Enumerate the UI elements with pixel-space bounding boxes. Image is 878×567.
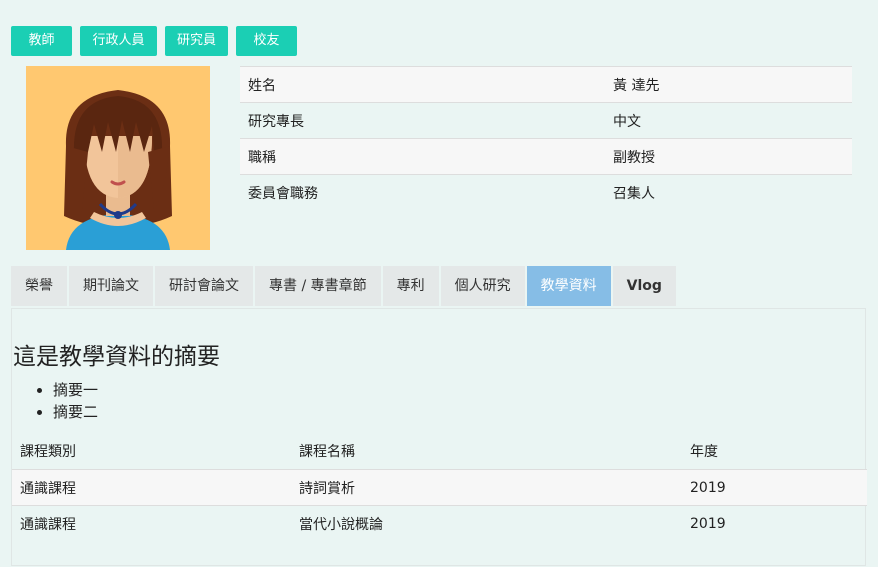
tab-honors[interactable]: 榮譽 bbox=[11, 266, 67, 306]
column-header-course-name: 課程名稱 bbox=[299, 444, 355, 460]
avatar-illustration bbox=[26, 66, 210, 250]
tab-personal-research[interactable]: 個人研究 bbox=[440, 266, 525, 306]
cell-year: 2019 bbox=[682, 469, 867, 506]
profile-key: 姓名 bbox=[240, 66, 605, 103]
tab-books[interactable]: 專書 / 專書章節 bbox=[255, 266, 381, 306]
summary-item: 摘要一 bbox=[53, 379, 98, 401]
cell-course-name: 詩詞賞析 bbox=[291, 469, 682, 506]
role-tabs: 教師 行政人員 研究員 校友 bbox=[11, 26, 297, 56]
role-tab-teacher[interactable]: 教師 bbox=[11, 26, 72, 56]
cell-category: 通識課程 bbox=[12, 505, 291, 541]
profile-row-committee: 委員會職務 召集人 bbox=[240, 174, 852, 210]
tab-conference-papers[interactable]: 研討會論文 bbox=[155, 266, 253, 306]
profile-row-name: 姓名 黃 達先 bbox=[240, 66, 852, 103]
avatar bbox=[26, 66, 210, 250]
table-row: 通識課程 當代小說概論 2019 bbox=[12, 505, 867, 541]
profile-key: 研究專長 bbox=[240, 102, 605, 139]
table-row: 通識課程 詩詞賞析 2019 bbox=[12, 469, 867, 506]
teaching-panel: 這是教學資料的摘要 摘要一 摘要二 課程類別 課程名稱 年度 通識課程 詩詞賞析… bbox=[11, 308, 867, 566]
cell-category: 通識課程 bbox=[12, 469, 291, 506]
summary-title: 這是教學資料的摘要 bbox=[13, 344, 220, 370]
profile-info-table: 姓名 黃 達先 研究專長 中文 職稱 副教授 委員會職務 召集人 bbox=[240, 66, 852, 210]
content-tabs: 榮譽 期刊論文 研討會論文 專書 / 專書章節 專利 個人研究 教學資料 Vlo… bbox=[11, 266, 676, 306]
profile-value: 召集人 bbox=[605, 174, 852, 210]
cell-year: 2019 bbox=[682, 505, 867, 541]
column-header-category: 課程類別 bbox=[20, 444, 76, 460]
role-tab-admin-staff[interactable]: 行政人員 bbox=[80, 26, 157, 56]
summary-item: 摘要二 bbox=[53, 401, 98, 423]
profile-row-title: 職稱 副教授 bbox=[240, 138, 852, 175]
role-tab-alumni[interactable]: 校友 bbox=[236, 26, 297, 56]
profile-value: 黃 達先 bbox=[605, 66, 852, 103]
profile-value: 副教授 bbox=[605, 138, 852, 175]
summary-list: 摘要一 摘要二 bbox=[33, 379, 98, 423]
profile-key: 職稱 bbox=[240, 138, 605, 175]
column-header-year: 年度 bbox=[690, 444, 718, 460]
profile-row-expertise: 研究專長 中文 bbox=[240, 102, 852, 139]
profile-value: 中文 bbox=[605, 102, 852, 139]
tab-journal-papers[interactable]: 期刊論文 bbox=[69, 266, 153, 306]
course-table: 課程類別 課程名稱 年度 通識課程 詩詞賞析 2019 通識課程 當代小說概論 … bbox=[12, 433, 867, 541]
role-tab-researcher[interactable]: 研究員 bbox=[165, 26, 228, 56]
tab-vlog[interactable]: Vlog bbox=[612, 266, 676, 306]
profile-key: 委員會職務 bbox=[240, 174, 605, 210]
cell-course-name: 當代小說概論 bbox=[291, 505, 682, 541]
tab-teaching-materials[interactable]: 教學資料 bbox=[526, 266, 611, 306]
course-table-header: 課程類別 課程名稱 年度 bbox=[12, 433, 867, 470]
tab-patents[interactable]: 專利 bbox=[382, 266, 439, 306]
